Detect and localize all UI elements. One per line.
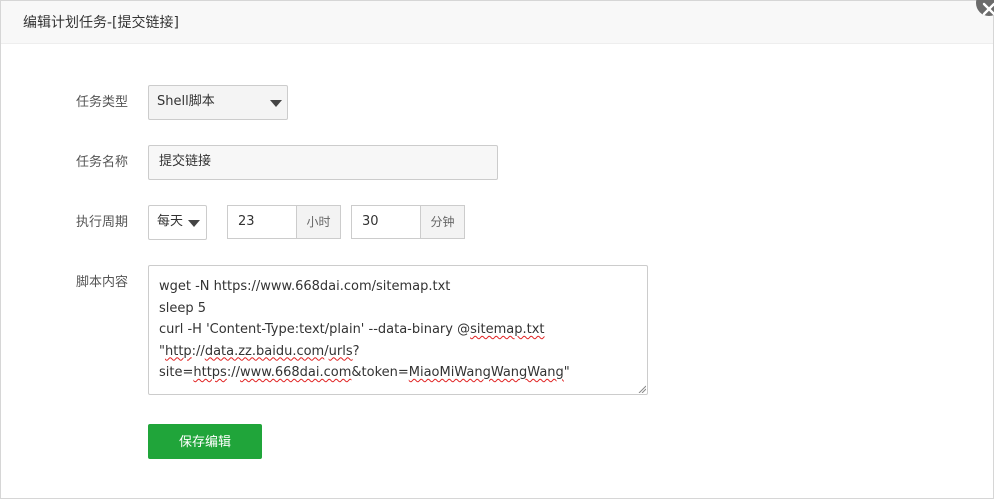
task-type-label: 任务类型 (76, 95, 129, 110)
minute-unit: 分钟 (420, 205, 465, 239)
script-text: " (563, 365, 570, 380)
script-text: &token= (351, 365, 409, 380)
task-type-select[interactable]: Shell脚本 (148, 85, 288, 120)
period-value: 每天 (157, 214, 184, 229)
script-line: wget -N https://www.668dai.com/sitemap.t… (159, 279, 451, 294)
hour-input[interactable]: 23 (227, 205, 297, 239)
task-name-label: 任务名称 (76, 155, 129, 170)
script-text: :// (226, 365, 240, 380)
minute-input[interactable]: 30 (351, 205, 421, 239)
script-line: curl -H 'Content-Type:text/plain' --data… (159, 319, 637, 341)
save-edit-button[interactable]: 保存编辑 (148, 424, 262, 459)
hour-unit: 小时 (296, 205, 341, 239)
script-line: "http://data.zz.baidu.com/urls? (159, 341, 637, 363)
spellcheck-word: sitemap.txt (470, 322, 545, 337)
spellcheck-word: MiaoMiWangWangWang (408, 365, 564, 380)
spellcheck-word: urls (328, 343, 353, 359)
resize-grip-icon[interactable] (638, 385, 646, 393)
close-icon (982, 2, 994, 16)
spellcheck-word: http (164, 343, 192, 359)
task-name-input[interactable]: 提交链接 (148, 145, 498, 180)
schedule-label: 执行周期 (76, 215, 129, 230)
edit-task-dialog: 编辑计划任务-[提交链接] 任务类型 Shell脚本 任务名称 提交链接 执行周… (0, 0, 994, 499)
script-text: :// (191, 343, 205, 359)
script-textarea[interactable]: wget -N https://www.668dai.com/sitemap.t… (148, 265, 648, 395)
chevron-down-icon (188, 220, 200, 227)
spellcheck-word: www.668dai.com (239, 365, 352, 380)
script-text: site= (159, 365, 194, 380)
script-line: site=https://www.668dai.com&token=MiaoMi… (159, 362, 637, 384)
spellcheck-word: data.zz.baidu.com (204, 343, 325, 359)
script-label: 脚本内容 (76, 275, 129, 290)
period-select[interactable]: 每天 (148, 205, 207, 240)
script-line: sleep 5 (159, 300, 207, 316)
spellcheck-word: https (193, 365, 227, 380)
script-text: ? (352, 343, 360, 359)
task-type-value: Shell脚本 (157, 94, 215, 109)
chevron-down-icon (270, 100, 282, 107)
dialog-title: 编辑计划任务-[提交链接] (23, 15, 179, 31)
dialog-header: 编辑计划任务-[提交链接] (1, 1, 993, 44)
script-text: curl -H 'Content-Type:text/plain' --data… (159, 322, 471, 337)
